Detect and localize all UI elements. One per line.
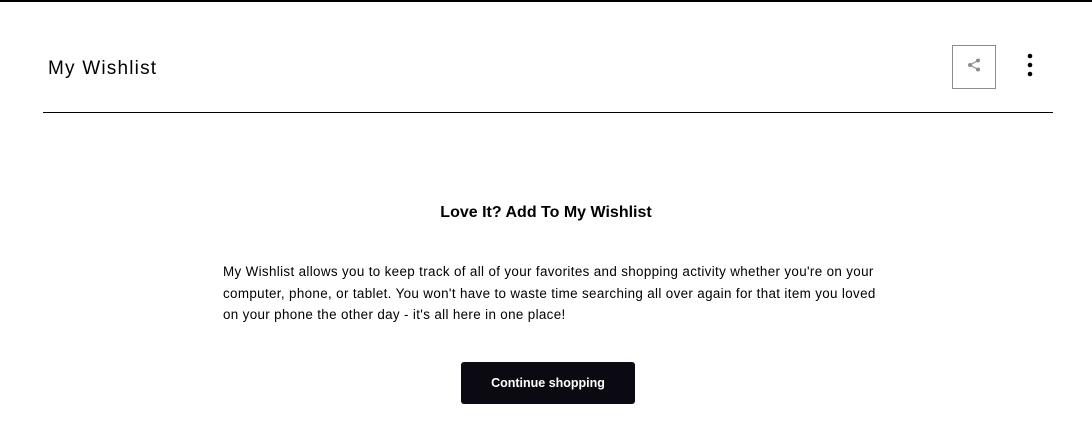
more-vertical-icon [1027,53,1033,82]
share-icon [966,57,982,78]
top-border [0,0,1092,2]
page-title: My Wishlist [48,58,158,79]
empty-state-description: My Wishlist allows you to keep track of … [223,264,876,322]
wishlist-empty-state: Love It? Add To My Wishlist My Wishlist … [0,200,1092,404]
wishlist-header: My Wishlist [43,40,1053,113]
continue-shopping-button[interactable]: Continue shopping [461,362,635,404]
share-button[interactable] [952,45,996,89]
empty-state-heading: Love It? Add To My Wishlist [440,204,652,221]
more-options-button[interactable] [1019,52,1041,82]
